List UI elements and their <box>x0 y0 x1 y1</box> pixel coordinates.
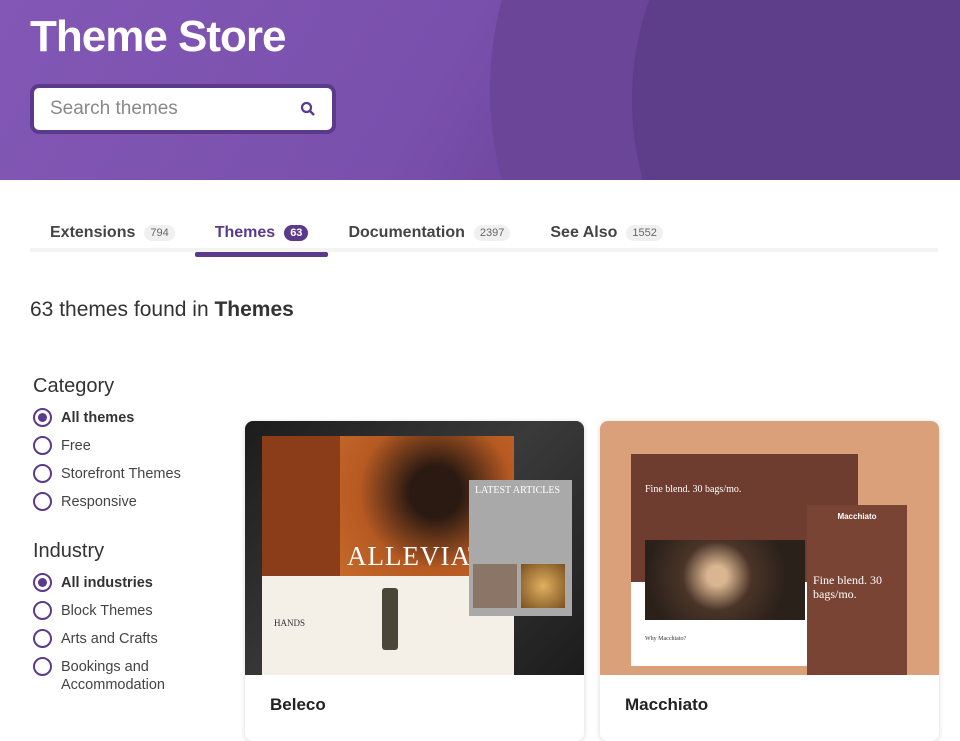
option-label: All industries <box>61 575 153 591</box>
radio-icon[interactable] <box>33 464 52 483</box>
results-scope: Themes <box>214 298 294 321</box>
preview-mobile: LATEST ARTICLES <box>469 480 572 616</box>
page-title: Theme Store <box>30 12 287 61</box>
category-option[interactable]: Free <box>33 436 181 464</box>
filter-sidebar: Category All themes Free Storefront Them… <box>33 375 181 693</box>
theme-card-macchiato[interactable]: Fine blend. 30 bags/mo. Why Macchiato? M… <box>600 421 939 741</box>
industry-heading: Industry <box>33 540 105 562</box>
tab-label: See Also <box>550 224 618 241</box>
tab-themes[interactable]: Themes 63 <box>194 214 329 257</box>
radio-checked-icon[interactable] <box>33 573 52 592</box>
results-summary: 63 themes found in Themes <box>30 298 294 322</box>
hero-decoration <box>632 0 960 180</box>
theme-name[interactable]: Beleco <box>245 675 584 735</box>
radio-icon[interactable] <box>33 436 52 455</box>
tab-documentation[interactable]: Documentation 2397 <box>328 214 530 252</box>
preview-mobile-headline: Fine blend. 30 bags/mo. <box>813 573 882 601</box>
option-label: Storefront Themes <box>61 466 181 482</box>
industry-option[interactable]: Bookings and Accommodation <box>33 657 181 693</box>
radio-icon[interactable] <box>33 601 52 620</box>
option-label: Free <box>61 438 91 454</box>
tab-label: Themes <box>214 224 276 241</box>
option-label: All themes <box>61 410 135 426</box>
tab-label: Extensions <box>50 224 136 241</box>
preview-headline: Fine blend. 30 bags/mo. <box>645 484 742 495</box>
theme-card-beleco[interactable]: ALLEVIAT HANDS LATEST ARTICLES Beleco <box>245 421 584 741</box>
radio-checked-icon[interactable] <box>33 408 52 427</box>
category-option[interactable]: All themes <box>33 408 181 436</box>
radio-icon[interactable] <box>33 657 52 676</box>
industry-option[interactable]: All industries <box>33 573 181 601</box>
preview-headline: ALLEVIAT <box>347 541 486 571</box>
search-input[interactable] <box>50 98 300 120</box>
option-label: Arts and Crafts <box>61 631 158 647</box>
tab-see-also[interactable]: See Also 1552 <box>530 214 682 252</box>
radio-icon[interactable] <box>33 629 52 648</box>
option-label: Block Themes <box>61 603 153 619</box>
theme-name[interactable]: Macchiato <box>600 675 939 735</box>
category-heading: Category <box>33 375 115 397</box>
tab-extensions[interactable]: Extensions 794 <box>30 214 195 252</box>
category-option[interactable]: Responsive <box>33 492 181 520</box>
hero-banner: Theme Store <box>0 0 960 180</box>
preview-articles: LATEST ARTICLES <box>475 485 561 496</box>
theme-preview-image[interactable]: ALLEVIAT HANDS LATEST ARTICLES <box>245 421 584 675</box>
tab-count: 1552 <box>626 225 663 241</box>
preview-section: Why Macchiato? <box>645 636 687 642</box>
option-label: Bookings and Accommodation <box>61 659 165 693</box>
results-count-text: 63 themes found in <box>30 298 209 321</box>
industry-option[interactable]: Arts and Crafts <box>33 629 181 657</box>
theme-preview-image[interactable]: Fine blend. 30 bags/mo. Why Macchiato? M… <box>600 421 939 675</box>
category-option[interactable]: Storefront Themes <box>33 464 181 492</box>
preview-coffee-photo <box>645 540 805 620</box>
option-label: Responsive <box>61 494 137 510</box>
preview-mobile: Macchiato Fine blend. 30 bags/mo. <box>807 505 907 675</box>
tab-label: Documentation <box>348 224 465 241</box>
tab-bar: Extensions 794 Themes 63 Documentation 2397… <box>30 214 938 257</box>
tab-count: 63 <box>284 225 309 241</box>
search-icon[interactable] <box>300 101 316 117</box>
radio-icon[interactable] <box>33 492 52 511</box>
tab-count: 794 <box>144 225 175 241</box>
tab-count: 2397 <box>473 225 511 241</box>
industry-option[interactable]: Block Themes <box>33 601 181 629</box>
preview-brand: Macchiato <box>837 512 877 521</box>
preview-bottle <box>382 588 398 650</box>
search-box[interactable] <box>30 84 336 134</box>
preview-section: HANDS <box>274 618 306 628</box>
